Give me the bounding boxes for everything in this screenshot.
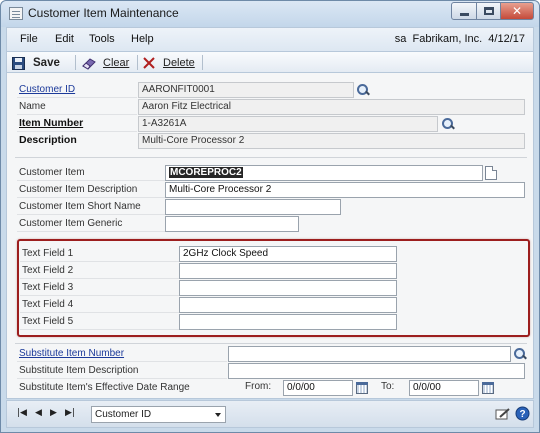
close-icon: ✕: [512, 4, 523, 18]
description-label: Description: [19, 134, 77, 146]
to-date-field[interactable]: 0/0/00: [409, 380, 479, 396]
form-area: Customer ID AARONFIT0001 Name Aaron Fitz…: [6, 73, 534, 399]
name-label: Name: [17, 99, 137, 115]
delete-label: Delete: [163, 57, 195, 69]
menu-help[interactable]: Help: [131, 33, 154, 45]
menu-tools[interactable]: Tools: [89, 33, 115, 45]
text-field-1[interactable]: 2GHz Clock Speed: [179, 246, 397, 262]
text-field-1-label: Text Field 1: [20, 246, 180, 262]
minimize-button[interactable]: [451, 2, 477, 20]
clear-button[interactable]: Clear: [81, 55, 129, 71]
from-label: From:: [245, 381, 272, 392]
delete-x-icon: [143, 57, 155, 69]
toolbar: Save Clear Delete: [6, 51, 534, 73]
customer-item-description-label: Customer Item Description: [17, 182, 167, 198]
item-number-label[interactable]: Item Number: [17, 116, 137, 132]
toolbar-separator: [137, 55, 138, 70]
note-pencil-icon[interactable]: [495, 407, 511, 421]
note-icon[interactable]: [485, 166, 497, 180]
title-bar[interactable]: Customer Item Maintenance ✕: [1, 1, 539, 27]
text-field-2[interactable]: [179, 263, 397, 279]
customer-item-label: Customer Item: [17, 165, 167, 181]
user-name: sa: [394, 33, 407, 45]
customer-item-generic-label: Customer Item Generic: [17, 216, 167, 232]
menu-bar: File Edit Tools Help sa Fabrikam, Inc. 4…: [6, 27, 534, 51]
bottom-nav-bar: |◀ ◀ ▶ ▶| Customer ID ?: [6, 400, 534, 428]
next-record-button[interactable]: ▶: [50, 408, 57, 418]
save-label: Save: [33, 57, 60, 69]
item-number-field[interactable]: 1-A3261A: [138, 116, 438, 132]
user-company-date: sa Fabrikam, Inc. 4/12/17: [395, 33, 525, 45]
sort-by-dropdown[interactable]: Customer ID: [91, 406, 226, 423]
item-number-lookup-icon[interactable]: [440, 116, 456, 132]
company-name: Fabrikam, Inc.: [412, 33, 483, 45]
text-field-5-label: Text Field 5: [20, 314, 180, 330]
user-date: 4/12/17: [488, 33, 525, 45]
substitute-item-number-label[interactable]: Substitute Item Number: [17, 346, 227, 362]
window-title: Customer Item Maintenance: [28, 6, 179, 20]
from-date-field[interactable]: 0/0/00: [283, 380, 353, 396]
text-field-3-label: Text Field 3: [20, 280, 180, 296]
section-divider: [15, 343, 527, 344]
to-label: To:: [381, 381, 395, 392]
delete-button[interactable]: Delete: [143, 55, 195, 71]
substitute-item-number-field[interactable]: [228, 346, 511, 362]
customer-id-lookup-icon[interactable]: [355, 82, 371, 98]
dropdown-arrow-icon: [215, 413, 221, 417]
minimize-icon: [460, 13, 469, 16]
customer-item-value: MCOREPROC2: [169, 167, 243, 178]
customer-item-short-name-field[interactable]: [165, 199, 341, 215]
text-field-2-label: Text Field 2: [20, 263, 180, 279]
first-record-button[interactable]: |◀: [17, 408, 27, 418]
customer-item-short-name-label: Customer Item Short Name: [17, 199, 167, 215]
maximize-icon: [484, 7, 494, 15]
effective-date-range-label: Substitute Item's Effective Date Range: [19, 382, 190, 393]
to-calendar-icon[interactable]: [482, 382, 494, 394]
close-button[interactable]: ✕: [500, 2, 534, 20]
text-field-4[interactable]: [179, 297, 397, 313]
text-field-3[interactable]: [179, 280, 397, 296]
description-field: Multi-Core Processor 2: [138, 133, 525, 149]
text-field-4-label: Text Field 4: [20, 297, 180, 313]
help-icon[interactable]: ?: [515, 406, 530, 421]
substitute-item-lookup-icon[interactable]: [512, 346, 528, 362]
last-record-button[interactable]: ▶|: [65, 408, 75, 418]
text-field-5[interactable]: [179, 314, 397, 330]
toolbar-separator: [75, 55, 76, 70]
save-button[interactable]: Save: [12, 55, 60, 71]
menu-file[interactable]: File: [20, 33, 38, 45]
section-divider: [15, 157, 527, 158]
customer-item-field[interactable]: MCOREPROC2: [165, 165, 483, 181]
app-window: Customer Item Maintenance ✕ File Edit To…: [0, 0, 540, 433]
customer-item-generic-field[interactable]: [165, 216, 299, 232]
customer-item-description-field[interactable]: Multi-Core Processor 2: [165, 182, 525, 198]
substitute-item-description-label: Substitute Item Description: [17, 363, 227, 379]
eraser-icon: [82, 58, 96, 70]
name-field: Aaron Fitz Electrical: [138, 99, 525, 115]
menu-edit[interactable]: Edit: [55, 33, 74, 45]
svg-text:?: ?: [519, 409, 525, 420]
save-icon: [12, 56, 25, 70]
previous-record-button[interactable]: ◀: [35, 408, 42, 418]
maximize-button[interactable]: [476, 2, 501, 20]
clear-label: Clear: [103, 57, 130, 69]
from-calendar-icon[interactable]: [356, 382, 368, 394]
sort-by-value: Customer ID: [95, 409, 152, 420]
toolbar-separator: [202, 55, 203, 70]
substitute-item-description-field[interactable]: [228, 363, 525, 379]
customer-id-label[interactable]: Customer ID: [17, 82, 137, 98]
customer-id-field[interactable]: AARONFIT0001: [138, 82, 354, 98]
window-app-icon: [9, 7, 23, 20]
